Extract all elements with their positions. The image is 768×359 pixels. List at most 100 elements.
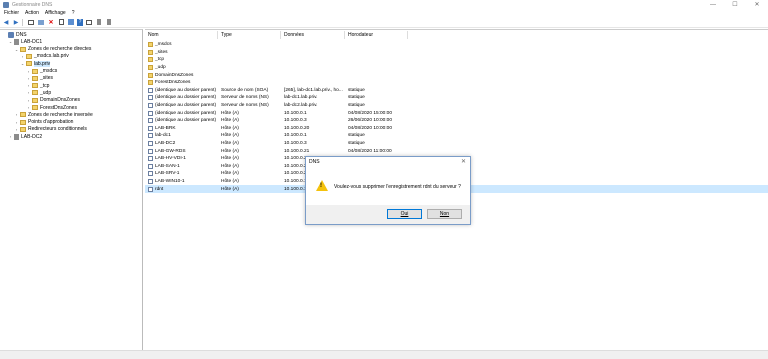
tree-item[interactable]: › _msdcs [26, 68, 57, 75]
tree-item[interactable]: › _tcp [26, 82, 50, 89]
tree-item[interactable]: › Zones de recherche inversée [14, 111, 93, 118]
column-header-name[interactable]: Nom [145, 31, 218, 39]
cell-type: Hôte (A) [218, 163, 281, 171]
tree-item[interactable]: DNS [2, 31, 27, 38]
tree-item[interactable]: ⌄ LAB-DC1 [8, 38, 42, 45]
tree-item[interactable]: › ForestDnsZones [26, 104, 77, 111]
cell-text: statique [348, 141, 365, 147]
expand-toggle-icon[interactable]: › [14, 127, 19, 132]
column-header-data[interactable]: Données [281, 31, 345, 39]
dialog-close-button[interactable]: ✕ [461, 158, 466, 165]
table-row[interactable]: (identique au dossier parent) Serveur de … [145, 102, 768, 110]
expand-toggle-icon[interactable]: › [14, 112, 19, 117]
window-title: Gestionnaire DNS [12, 1, 53, 8]
cell-text: 10.100.0.3 [284, 118, 307, 124]
cell-text: statique [348, 87, 365, 93]
expand-toggle-icon[interactable]: › [26, 90, 31, 95]
table-row[interactable]: (identique au dossier parent) Serveur de … [145, 94, 768, 102]
table-row[interactable]: _msdcs [145, 41, 768, 49]
table-row[interactable]: _sites [145, 49, 768, 57]
cell-text: LAB-BRK [155, 125, 176, 131]
expand-toggle-icon[interactable]: › [14, 120, 19, 125]
tree-item[interactable]: › Points d'approbation [14, 119, 74, 126]
forward-arrow-icon[interactable]: ▶ [12, 18, 20, 26]
menu-help[interactable]: ? [72, 10, 75, 16]
list-view-icon[interactable] [85, 18, 93, 26]
tree-item-label: DNS [16, 31, 27, 38]
expand-toggle-icon[interactable]: › [26, 69, 31, 74]
cell-data: 10.100.0.1 [281, 132, 345, 140]
no-button[interactable]: Non [427, 209, 462, 219]
tree-item[interactable]: ⌄ lab.priv [20, 60, 51, 67]
table-row[interactable]: LAB-GW-RDS Hôte (A) 10.100.0.21 04/08/2020 … [145, 147, 768, 155]
server-view-icon[interactable] [95, 18, 103, 26]
tree-item[interactable]: › _msdcs.lab.priv [20, 53, 69, 60]
show-tree-icon[interactable] [27, 18, 35, 26]
expand-toggle-icon[interactable]: › [26, 83, 31, 88]
folder-icon [32, 75, 38, 81]
cell-text: Hôte (A) [221, 110, 239, 116]
server-view2-icon[interactable] [105, 18, 113, 26]
cell-text: 10.100.0.1 [284, 110, 307, 116]
refresh-icon[interactable] [67, 18, 75, 26]
tree-item-label: _udp [40, 89, 52, 96]
table-row[interactable]: LAB-DC2 Hôte (A) 10.100.0.3 statique [145, 140, 768, 148]
delete-icon[interactable]: ✕ [47, 18, 55, 26]
table-row[interactable]: (identique au dossier parent) Hôte (A) 10.… [145, 109, 768, 117]
close-window-button[interactable]: ✕ [746, 0, 768, 9]
help-icon[interactable]: ? [77, 18, 83, 26]
folder-icon [32, 105, 38, 110]
table-row[interactable]: DomainDnsZones [145, 71, 768, 79]
cell-text: _msdcs [155, 42, 172, 48]
expand-toggle-icon[interactable]: ⌄ [8, 39, 13, 44]
menu-action[interactable]: Action [25, 10, 39, 16]
column-header-type[interactable]: Type [218, 31, 281, 39]
expand-toggle-icon[interactable]: ⌄ [14, 47, 19, 52]
cell-text: (identique au dossier parent) [155, 95, 217, 101]
folder-icon [148, 72, 153, 78]
cell-text: 04/08/2020 10:00:00 [348, 125, 393, 131]
toolbar-separator [22, 18, 23, 26]
table-row[interactable]: (identique au dossier parent) Hôte (A) 10.… [145, 117, 768, 125]
expand-toggle-icon[interactable]: › [26, 76, 31, 81]
tree-item[interactable]: › _sites [26, 75, 53, 82]
table-row[interactable]: _udp [145, 64, 768, 72]
cell-name: LAB-WIN10-1 [145, 178, 218, 186]
minimize-button[interactable]: — [702, 0, 724, 9]
column-header-timestamp[interactable]: Horodateur [345, 31, 408, 39]
cell-data [281, 79, 345, 87]
table-row[interactable]: (identique au dossier parent) Source de n… [145, 87, 768, 95]
table-row[interactable]: _tcp [145, 56, 768, 64]
expand-toggle-icon[interactable]: › [26, 105, 31, 110]
expand-toggle-icon[interactable]: › [26, 98, 31, 103]
expand-toggle-icon[interactable]: › [20, 54, 25, 59]
cell-type: Hôte (A) [218, 185, 281, 193]
table-row[interactable]: lab-dc1 Hôte (A) 10.100.0.1 statique [145, 132, 768, 140]
table-row[interactable]: ForestDnsZones [145, 79, 768, 87]
tree-item[interactable]: › _udp [26, 89, 51, 96]
record-icon [148, 118, 153, 124]
tree-item[interactable]: › DomainDnsZones [26, 97, 80, 104]
cell-text: rdnt [155, 186, 164, 192]
expand-toggle-icon[interactable]: › [8, 134, 13, 139]
maximize-button[interactable]: ☐ [724, 0, 746, 9]
tree-item[interactable]: › LAB-DC2 [8, 133, 42, 140]
cell-time: statique [345, 102, 408, 110]
menu-affichage[interactable]: Affichage [45, 10, 66, 16]
menu-fichier[interactable]: Fichier [4, 10, 19, 16]
cell-type: Hôte (A) [218, 170, 281, 178]
back-arrow-icon[interactable]: ◀ [2, 18, 10, 26]
cell-text: Hôte (A) [221, 125, 239, 131]
properties-icon[interactable] [57, 18, 65, 26]
yes-button[interactable]: Oui [387, 209, 422, 219]
cell-name: LAB-BRK [145, 125, 218, 133]
cell-text: ForestDnsZones [155, 80, 191, 86]
expand-toggle-icon[interactable]: ⌄ [20, 61, 25, 66]
tree-item[interactable]: › Redirecteurs conditionnels [14, 126, 87, 133]
cell-text: _sites [155, 49, 168, 55]
tree-item[interactable]: ⌄ Zones de recherche directes [14, 46, 92, 53]
cell-time: statique [345, 132, 408, 140]
cell-data [281, 49, 345, 57]
details-view-icon[interactable] [37, 18, 45, 26]
table-row[interactable]: LAB-BRK Hôte (A) 10.100.0.20 04/08/2020 10:… [145, 125, 768, 133]
